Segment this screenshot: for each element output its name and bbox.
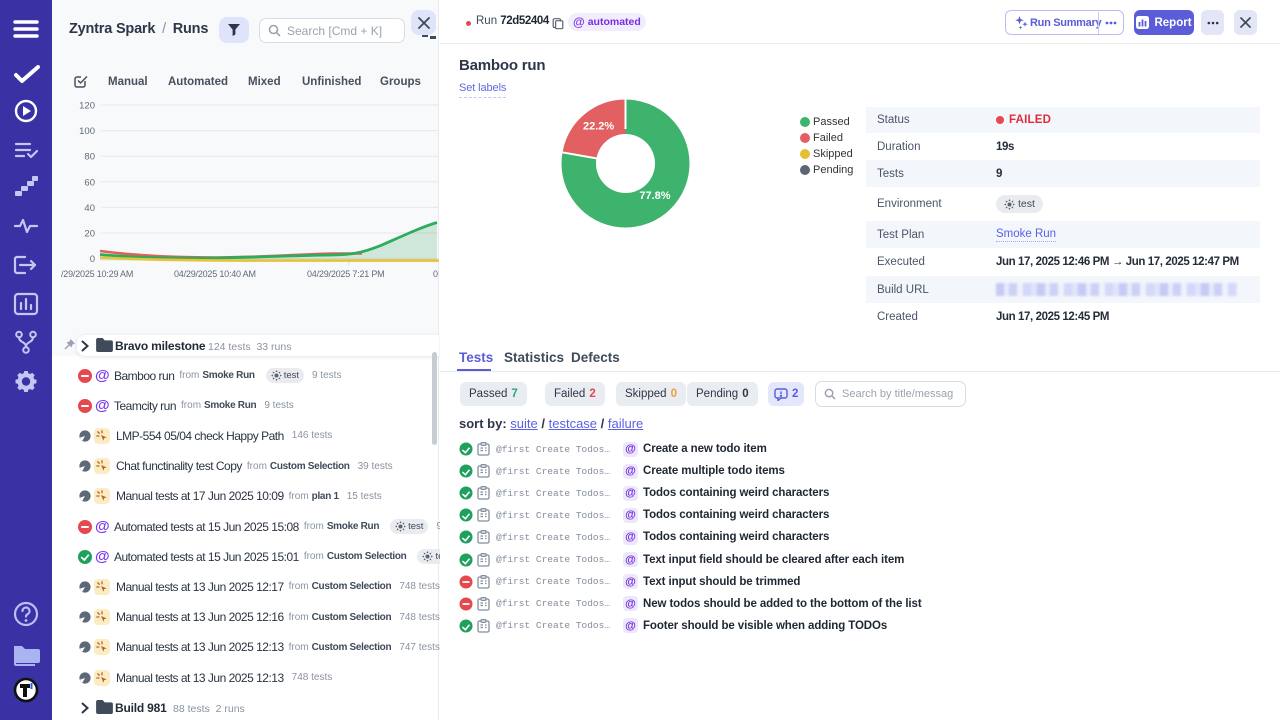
svg-text:/29/2025 10:29 AM: /29/2025 10:29 AM — [61, 269, 133, 279]
svg-text:77.8%: 77.8% — [639, 190, 670, 202]
svg-text:80: 80 — [84, 152, 95, 163]
svg-text:0: 0 — [90, 254, 95, 265]
svg-text:04/29/2025 10:40 AM: 04/29/2025 10:40 AM — [174, 269, 256, 279]
svg-text:120: 120 — [79, 101, 95, 112]
svg-text:0: 0 — [433, 269, 438, 279]
svg-text:22.2%: 22.2% — [583, 121, 614, 133]
svg-text:04/29/2025 7:21 PM: 04/29/2025 7:21 PM — [307, 269, 384, 279]
svg-text:20: 20 — [84, 229, 95, 240]
svg-text:100: 100 — [79, 126, 95, 137]
svg-text:40: 40 — [84, 203, 95, 214]
svg-text:60: 60 — [84, 177, 95, 188]
